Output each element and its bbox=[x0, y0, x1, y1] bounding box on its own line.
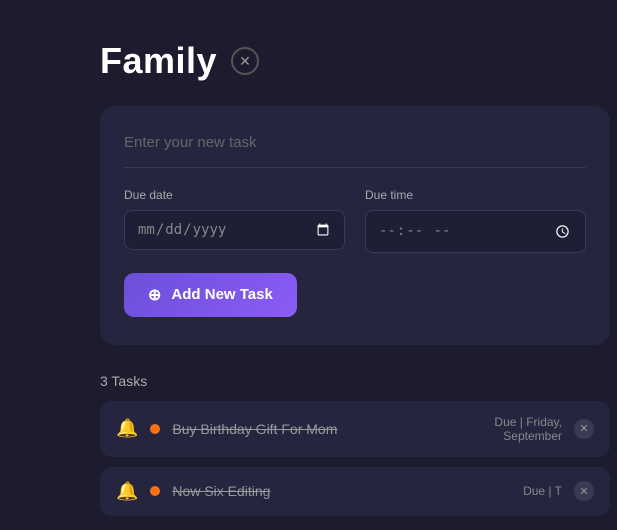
add-task-button[interactable]: ⊕ Add New Task bbox=[124, 273, 297, 317]
tasks-count: 3 Tasks bbox=[100, 373, 610, 389]
alarm-icon: 🔔 bbox=[116, 481, 138, 502]
task-delete-button[interactable]: ✕ bbox=[574, 481, 594, 501]
close-icon[interactable]: ✕ bbox=[231, 47, 259, 75]
header: Family ✕ bbox=[100, 40, 617, 82]
task-delete-button[interactable]: ✕ bbox=[574, 419, 594, 439]
due-date-label: Due date bbox=[124, 188, 345, 202]
due-time-input[interactable] bbox=[365, 210, 586, 253]
add-task-label: Add New Task bbox=[171, 286, 272, 303]
page-container: Family ✕ Due date Due time ⊕ Add New Tas… bbox=[0, 0, 617, 530]
task-form-card: Due date Due time ⊕ Add New Task bbox=[100, 106, 610, 345]
task-due-date: Due | T bbox=[523, 484, 562, 498]
alarm-icon: 🔔 bbox=[116, 418, 138, 439]
due-time-label: Due time bbox=[365, 188, 586, 202]
due-date-group: Due date bbox=[124, 188, 345, 253]
due-date-input[interactable] bbox=[124, 210, 345, 250]
task-text: Buy Birthday Gift For Mom bbox=[172, 421, 482, 437]
page-title: Family bbox=[100, 40, 217, 82]
add-task-icon: ⊕ bbox=[148, 285, 161, 305]
task-status-dot bbox=[150, 424, 160, 434]
task-item: 🔔 Buy Birthday Gift For Mom Due | Friday… bbox=[100, 401, 610, 457]
due-time-group: Due time bbox=[365, 188, 586, 253]
task-item: 🔔 Now Six Editing Due | T ✕ bbox=[100, 467, 610, 516]
task-due-date: Due | Friday, September bbox=[494, 415, 562, 443]
task-input[interactable] bbox=[124, 130, 586, 168]
task-text: Now Six Editing bbox=[172, 483, 511, 499]
task-status-dot bbox=[150, 486, 160, 496]
date-time-row: Due date Due time bbox=[124, 188, 586, 253]
tasks-section: 3 Tasks 🔔 Buy Birthday Gift For Mom Due … bbox=[100, 373, 610, 516]
